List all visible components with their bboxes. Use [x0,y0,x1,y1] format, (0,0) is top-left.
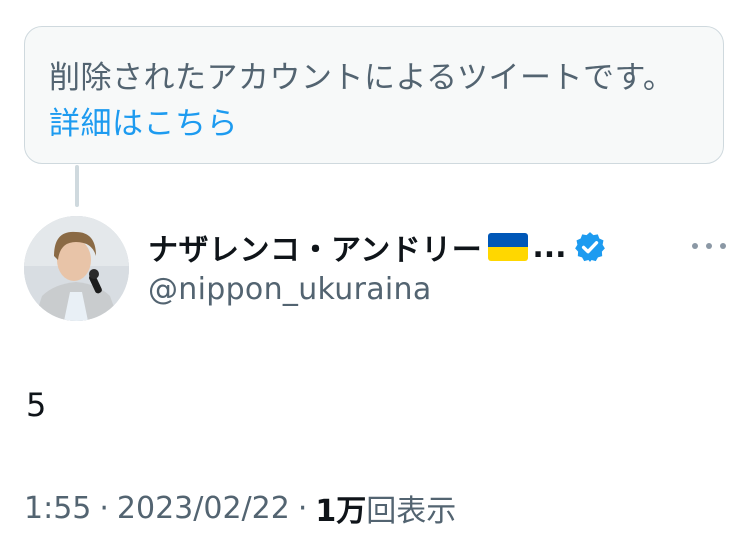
more-dot [692,243,698,249]
tweet-time[interactable]: 1:55 [24,491,91,526]
verified-badge-icon [573,230,607,264]
more-dot [720,243,726,249]
views-count[interactable]: 1万 [315,486,366,530]
ukraine-flag-icon [488,233,529,261]
author-name-row[interactable]: ナザレンコ・アンドリー ... [148,226,607,268]
thread-connector-line [75,165,79,207]
learn-more-link[interactable]: 詳細はこちら [49,106,238,142]
deleted-account-notice: 削除されたアカウントによるツイートです。詳細はこちら [24,26,724,164]
tweet-text: 5 [26,386,47,424]
tweet-metadata: 1:55 · 2023/02/22 · 1万 回表示 [24,486,456,530]
separator-dot: · [99,490,109,526]
avatar[interactable] [24,216,129,321]
notice-text: 削除されたアカウントによるツイートです。 [49,60,675,96]
more-dot [706,243,712,249]
name-truncation: ... [532,229,567,265]
avatar-image [24,216,129,321]
author-handle[interactable]: @nippon_ukuraina [148,272,432,307]
more-options-icon[interactable] [692,232,726,260]
author-display-name[interactable]: ナザレンコ・アンドリー [148,225,482,269]
views-label[interactable]: 回表示 [366,486,456,530]
separator-dot: · [297,490,308,526]
tweet-date[interactable]: 2023/02/22 [117,491,290,526]
